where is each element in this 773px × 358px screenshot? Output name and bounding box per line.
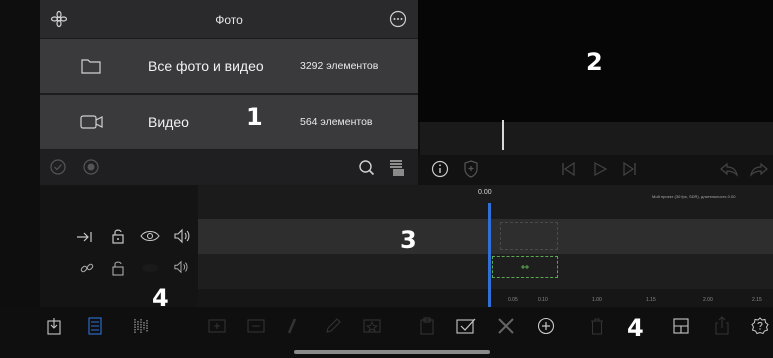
speaker-icon[interactable] xyxy=(173,228,191,244)
project-info: Мой проект (30 fps, SDR), длительность 0… xyxy=(652,194,736,199)
search-icon[interactable] xyxy=(358,159,376,177)
annotation-number: 4 xyxy=(627,314,644,342)
speaker-icon[interactable] xyxy=(173,260,189,274)
ruler-tick: 0.10 xyxy=(538,297,548,303)
add-clip-icon[interactable] xyxy=(208,318,226,334)
record-icon[interactable] xyxy=(83,159,99,175)
arrow-to-line-icon[interactable] xyxy=(76,230,94,244)
folder-icon xyxy=(80,56,102,76)
redo-icon[interactable] xyxy=(749,161,769,177)
video-camera-icon xyxy=(80,112,103,132)
ruler-tick: 2.00 xyxy=(703,297,713,303)
video-clip-placeholder[interactable] xyxy=(500,222,558,250)
pencil-icon[interactable] xyxy=(325,318,341,334)
ruler-tick: 0.05 xyxy=(508,297,518,303)
waveform-grid-icon[interactable] xyxy=(133,317,149,335)
brush-icon[interactable] xyxy=(285,318,299,334)
annotation-number: 3 xyxy=(400,226,417,254)
trash-icon[interactable] xyxy=(590,317,604,335)
transport-bar xyxy=(418,155,773,185)
undo-icon[interactable] xyxy=(719,161,739,177)
preview-scrubber[interactable] xyxy=(420,122,773,155)
eye-hidden-icon[interactable] xyxy=(141,263,159,273)
list-item-videos[interactable]: Видео 564 элементов xyxy=(40,95,418,149)
list-item-all-photos[interactable]: Все фото и видео 3292 элементов xyxy=(40,39,418,93)
ruler-tick: 1.00 xyxy=(592,297,602,303)
audio-clip-placeholder[interactable] xyxy=(492,256,558,278)
annotation-number: 1 xyxy=(246,103,263,131)
list-item-label: Видео xyxy=(148,114,189,130)
lock-open-icon[interactable] xyxy=(111,260,125,276)
settings-help-icon[interactable] xyxy=(751,317,769,335)
ruler-tick: 1.15 xyxy=(646,297,656,303)
list-icon[interactable] xyxy=(88,317,102,335)
home-indicator xyxy=(294,350,490,354)
info-icon[interactable] xyxy=(431,160,449,178)
track-headers xyxy=(40,185,198,307)
cut-icon[interactable] xyxy=(497,318,515,334)
preview-playhead[interactable] xyxy=(502,120,504,150)
check-circle-icon[interactable] xyxy=(50,159,66,175)
list-item-count: 3292 элементов xyxy=(300,60,379,72)
shield-icon[interactable] xyxy=(463,160,479,178)
add-icon[interactable] xyxy=(537,317,555,335)
annotation-number: 2 xyxy=(586,48,603,76)
media-stack-icon[interactable] xyxy=(388,158,406,178)
skip-forward-icon[interactable] xyxy=(622,161,638,177)
select-icon[interactable] xyxy=(456,318,476,334)
lock-open-icon[interactable] xyxy=(111,228,125,244)
sticker-icon[interactable] xyxy=(363,318,381,334)
browser-footer xyxy=(40,150,418,185)
video-track[interactable] xyxy=(198,219,773,254)
left-column xyxy=(0,185,40,307)
more-icon[interactable] xyxy=(389,10,407,28)
skip-back-icon[interactable] xyxy=(560,161,576,177)
share-icon[interactable] xyxy=(714,316,730,336)
paste-icon[interactable] xyxy=(419,317,435,335)
audio-track[interactable] xyxy=(198,254,773,289)
layout-icon[interactable] xyxy=(672,317,690,335)
bottom-ruler xyxy=(198,289,773,307)
current-time-label: 0.00 xyxy=(478,189,492,196)
timeline-playhead[interactable] xyxy=(488,203,491,307)
eye-icon[interactable] xyxy=(140,230,160,242)
list-item-count: 564 элементов xyxy=(300,116,373,128)
ruler-tick: 2.15 xyxy=(752,297,762,303)
browser-title: Фото xyxy=(215,13,243,27)
browser-header: Фото xyxy=(40,0,418,38)
media-browser-panel: Фото Все фото и видео 3292 элементов Вид… xyxy=(40,0,418,185)
play-icon[interactable] xyxy=(592,161,608,177)
link-icon[interactable] xyxy=(80,261,94,275)
trim-icon[interactable] xyxy=(247,318,265,334)
import-icon[interactable] xyxy=(47,317,63,335)
app-window: Фото Все фото и видео 3292 элементов Вид… xyxy=(0,0,773,358)
list-item-label: Все фото и видео xyxy=(148,58,264,74)
